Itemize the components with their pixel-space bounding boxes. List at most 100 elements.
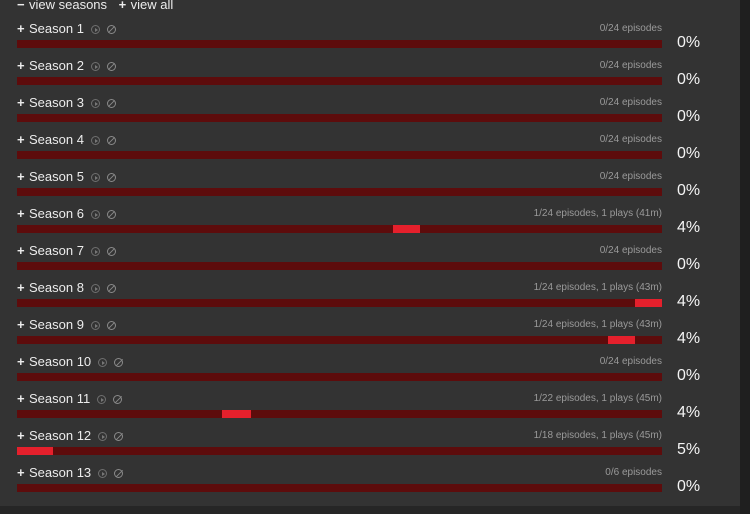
season-toggle[interactable]: + Season 9 [17,316,116,334]
play-icon[interactable] [90,173,100,182]
minus-icon: − [17,0,25,12]
scroll-edge [740,0,750,514]
plus-icon: + [118,0,127,12]
plus-icon: + [17,465,25,480]
season-progress-bar [17,484,662,492]
play-icon[interactable] [90,321,100,330]
season-toggle[interactable]: + Season 11 [17,390,123,408]
season-progress-bar [17,188,662,196]
season-toggle[interactable]: + Season 2 [17,57,116,75]
season-name: Season 7 [29,243,84,258]
season-toggle[interactable]: + Season 10 [17,353,124,371]
play-icon[interactable] [98,358,108,367]
season-row: + Season 7 0/24 episodes 0% [17,242,717,279]
season-progress-bar [17,151,662,159]
season-percent: 4% [677,330,701,347]
ban-icon[interactable] [114,358,124,367]
season-name: Season 10 [29,354,92,369]
ban-icon[interactable] [106,99,116,108]
season-progress-bar [17,262,662,270]
season-toggle[interactable]: + Season 4 [17,131,116,149]
season-name: Season 4 [29,132,84,147]
season-progress-bar [17,299,662,307]
season-row: + Season 4 0/24 episodes 0% [17,131,717,168]
season-episode-stats: 1/24 episodes, 1 plays (41m) [533,208,662,219]
play-icon[interactable] [97,395,107,404]
season-episode-stats: 0/24 episodes [599,97,662,108]
ban-icon[interactable] [114,432,124,441]
ban-icon[interactable] [106,284,116,293]
season-episode-stats: 1/18 episodes, 1 plays (45m) [533,430,662,441]
play-icon[interactable] [90,210,100,219]
season-name: Season 8 [29,280,84,295]
ban-icon[interactable] [113,395,123,404]
season-row: + Season 10 0/24 episodes 0% [17,353,717,390]
play-icon[interactable] [90,25,100,34]
play-icon[interactable] [98,432,108,441]
plus-icon: + [17,206,25,221]
plus-icon: + [17,243,25,258]
season-toggle[interactable]: + Season 8 [17,279,116,297]
season-progress-bar [17,77,662,85]
ban-icon[interactable] [106,62,116,71]
season-episode-stats: 0/24 episodes [599,171,662,182]
watched-episode-segment [635,299,662,307]
season-row: + Season 1 0/24 episodes 0% [17,20,717,57]
ban-icon[interactable] [106,247,116,256]
season-percent: 0% [677,256,701,273]
season-toggle[interactable]: + Season 6 [17,205,116,223]
ban-icon[interactable] [106,321,116,330]
play-icon[interactable] [90,136,100,145]
plus-icon: + [17,317,25,332]
season-episode-stats: 1/22 episodes, 1 plays (45m) [533,393,662,404]
season-toggle[interactable]: + Season 13 [17,464,124,482]
ban-icon[interactable] [106,136,116,145]
view-seasons-link[interactable]: − view seasons [17,0,107,12]
season-row: + Season 12 1/18 episodes, 1 plays (45m) 5% [17,427,717,464]
season-toggle[interactable]: + Season 12 [17,427,124,445]
season-name: Season 2 [29,58,84,73]
season-percent: 0% [677,182,701,199]
view-seasons-label: view seasons [29,0,108,12]
seasons-panel: − view seasons + view all + Season 1 0/24 ep… [0,0,740,506]
season-toggle[interactable]: + Season 5 [17,168,116,186]
view-toggle-links: − view seasons + view all [17,0,181,14]
season-name: Season 5 [29,169,84,184]
watched-episode-segment [222,410,251,418]
season-percent: 4% [677,293,701,310]
season-name: Season 3 [29,95,84,110]
play-icon[interactable] [90,62,100,71]
season-episode-stats: 0/24 episodes [599,60,662,71]
ban-icon[interactable] [114,469,124,478]
season-toggle[interactable]: + Season 1 [17,20,116,38]
view-all-link[interactable]: + view all [119,0,174,12]
season-toggle[interactable]: + Season 7 [17,242,116,260]
view-all-label: view all [130,0,174,12]
season-toggle[interactable]: + Season 3 [17,94,116,112]
season-progress-bar [17,225,662,233]
play-icon[interactable] [90,247,100,256]
season-row: + Season 2 0/24 episodes 0% [17,57,717,94]
play-icon[interactable] [90,99,100,108]
season-row: + Season 3 0/24 episodes 0% [17,94,717,131]
season-name: Season 13 [29,465,92,480]
play-icon[interactable] [98,469,108,478]
watched-episode-segment [393,225,420,233]
season-name: Season 12 [29,428,92,443]
play-icon[interactable] [90,284,100,293]
season-percent: 4% [677,219,701,236]
season-percent: 0% [677,145,701,162]
season-percent: 0% [677,34,701,51]
watched-episode-segment [17,447,53,455]
ban-icon[interactable] [106,25,116,34]
ban-icon[interactable] [106,210,116,219]
ban-icon[interactable] [106,173,116,182]
season-percent: 0% [677,108,701,125]
plus-icon: + [17,280,25,295]
season-progress-bar [17,373,662,381]
season-percent: 0% [677,367,701,384]
season-row: + Season 6 1/24 episodes, 1 plays (41m) 4% [17,205,717,242]
plus-icon: + [17,132,25,147]
season-name: Season 9 [29,317,84,332]
plus-icon: + [17,21,25,36]
